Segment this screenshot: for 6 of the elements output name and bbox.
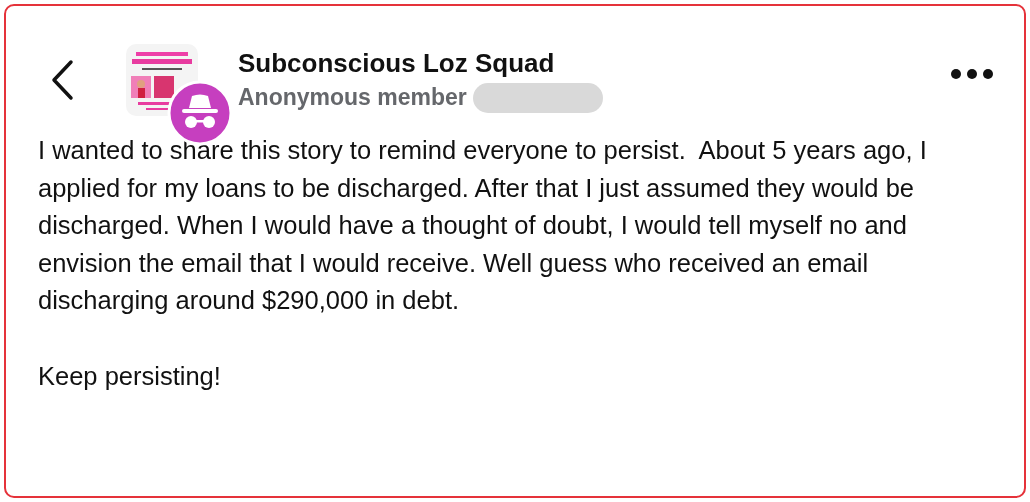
post-text: Keep persisting!	[38, 360, 222, 392]
back-icon[interactable]	[50, 59, 74, 101]
post-text: I wanted to share this story to remind everyone to persist. About 5 years ago, I applied for my loans to be discharged. After that I just assumed they would be discharged. When I would have a thought of doubt, I would tell myself no and envision the email that I would receive. Well guess who received an email discharging around $290,000 in debt.	[38, 135, 928, 316]
author-name: Anonymous member	[238, 84, 467, 111]
group-name[interactable]: Subconscious Loz Squad	[238, 47, 950, 79]
more-icon[interactable]	[950, 68, 994, 80]
